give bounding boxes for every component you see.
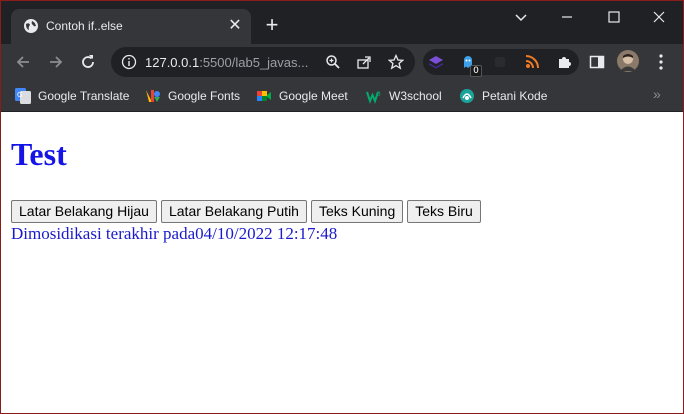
reload-icon — [82, 55, 94, 68]
svg-text:3: 3 — [377, 91, 381, 98]
green-background-button[interactable]: Latar Belakang Hijau — [11, 200, 157, 223]
bookmark-google-meet[interactable]: Google Meet — [256, 87, 348, 105]
share-icon[interactable] — [356, 54, 372, 70]
address-bar[interactable]: 127.0.0.1:5500/lab5_javas... — [111, 47, 415, 77]
puzzle-extensions-icon[interactable] — [556, 54, 572, 70]
browser-toolbar: 127.0.0.1:5500/lab5_javas... 0 — [1, 44, 683, 80]
extension-badge: 0 — [470, 65, 482, 77]
avatar[interactable] — [617, 50, 639, 72]
tab-close-icon[interactable]: ✕ — [226, 17, 244, 35]
w3school-icon: 3 — [366, 91, 381, 104]
petani-kode-icon — [460, 89, 474, 103]
url-path: :5500/lab5_javas... — [199, 55, 309, 70]
bookmark-petani-kode[interactable]: Petani Kode — [459, 87, 547, 105]
tab-search-button[interactable] — [501, 5, 541, 29]
tab-strip: Contoh if..else ✕ + — [1, 1, 683, 44]
zoom-icon[interactable] — [325, 54, 341, 70]
bookmarks-overflow-icon[interactable]: » — [653, 86, 661, 102]
extensions-group — [423, 49, 579, 75]
forward-button[interactable] — [46, 52, 66, 72]
yellow-text-button[interactable]: Teks Kuning — [310, 200, 404, 223]
globe-icon — [24, 19, 38, 33]
google-fonts-icon — [146, 90, 160, 102]
url-host: 127.0.0.1 — [145, 55, 200, 70]
page-heading: Test — [11, 136, 67, 172]
blue-text-button[interactable]: Teks Biru — [407, 200, 481, 223]
white-background-button[interactable]: Latar Belakang Putih — [160, 200, 307, 223]
last-modified-text: Dimosidikasi terakhir pada04/10/2022 12:… — [11, 224, 338, 243]
kebab-menu-icon[interactable] — [653, 53, 669, 71]
minimize-button[interactable] — [547, 5, 587, 29]
svg-text:G: G — [17, 91, 22, 99]
arrow-left-icon — [16, 56, 29, 68]
minimize-icon — [562, 16, 572, 18]
chevron-down-icon — [515, 14, 527, 22]
new-tab-button[interactable]: + — [261, 14, 283, 37]
side-panel-icon[interactable] — [589, 54, 605, 70]
maximize-icon — [608, 11, 620, 23]
tab-title: Contoh if..else — [46, 19, 123, 33]
tab-active[interactable]: Contoh if..else ✕ — [11, 9, 251, 44]
arrow-right-icon — [50, 56, 63, 68]
rss-extension-icon[interactable] — [524, 54, 540, 70]
bookmark-star-icon[interactable] — [388, 54, 404, 70]
bookmark-google-translate[interactable]: G Google Translate — [15, 87, 129, 105]
button-row: Latar Belakang Hijau Latar Belakang Puti… — [11, 200, 481, 223]
page-content: Test Latar Belakang Hijau Latar Belakang… — [1, 112, 683, 413]
site-info-icon[interactable] — [121, 54, 137, 70]
close-window-button[interactable] — [639, 5, 679, 29]
bookmarks-bar: G Google Translate Google Fonts Google M… — [1, 80, 683, 112]
url-text[interactable]: 127.0.0.1:5500/lab5_javas... — [145, 55, 323, 70]
disabled-extension-icon[interactable] — [492, 54, 508, 70]
close-icon — [653, 11, 665, 23]
layers-extension-icon[interactable] — [428, 54, 444, 70]
back-button[interactable] — [13, 52, 33, 72]
bookmark-google-fonts[interactable]: Google Fonts — [145, 87, 240, 105]
maximize-button[interactable] — [594, 5, 634, 29]
browser-window: Contoh if..else ✕ + 127.0.0.1:5500/lab5_… — [0, 0, 684, 414]
google-translate-icon: G — [15, 88, 31, 104]
reload-button[interactable] — [78, 52, 98, 72]
bookmark-w3school[interactable]: 3 W3school — [366, 87, 442, 105]
google-meet-icon — [257, 91, 271, 101]
